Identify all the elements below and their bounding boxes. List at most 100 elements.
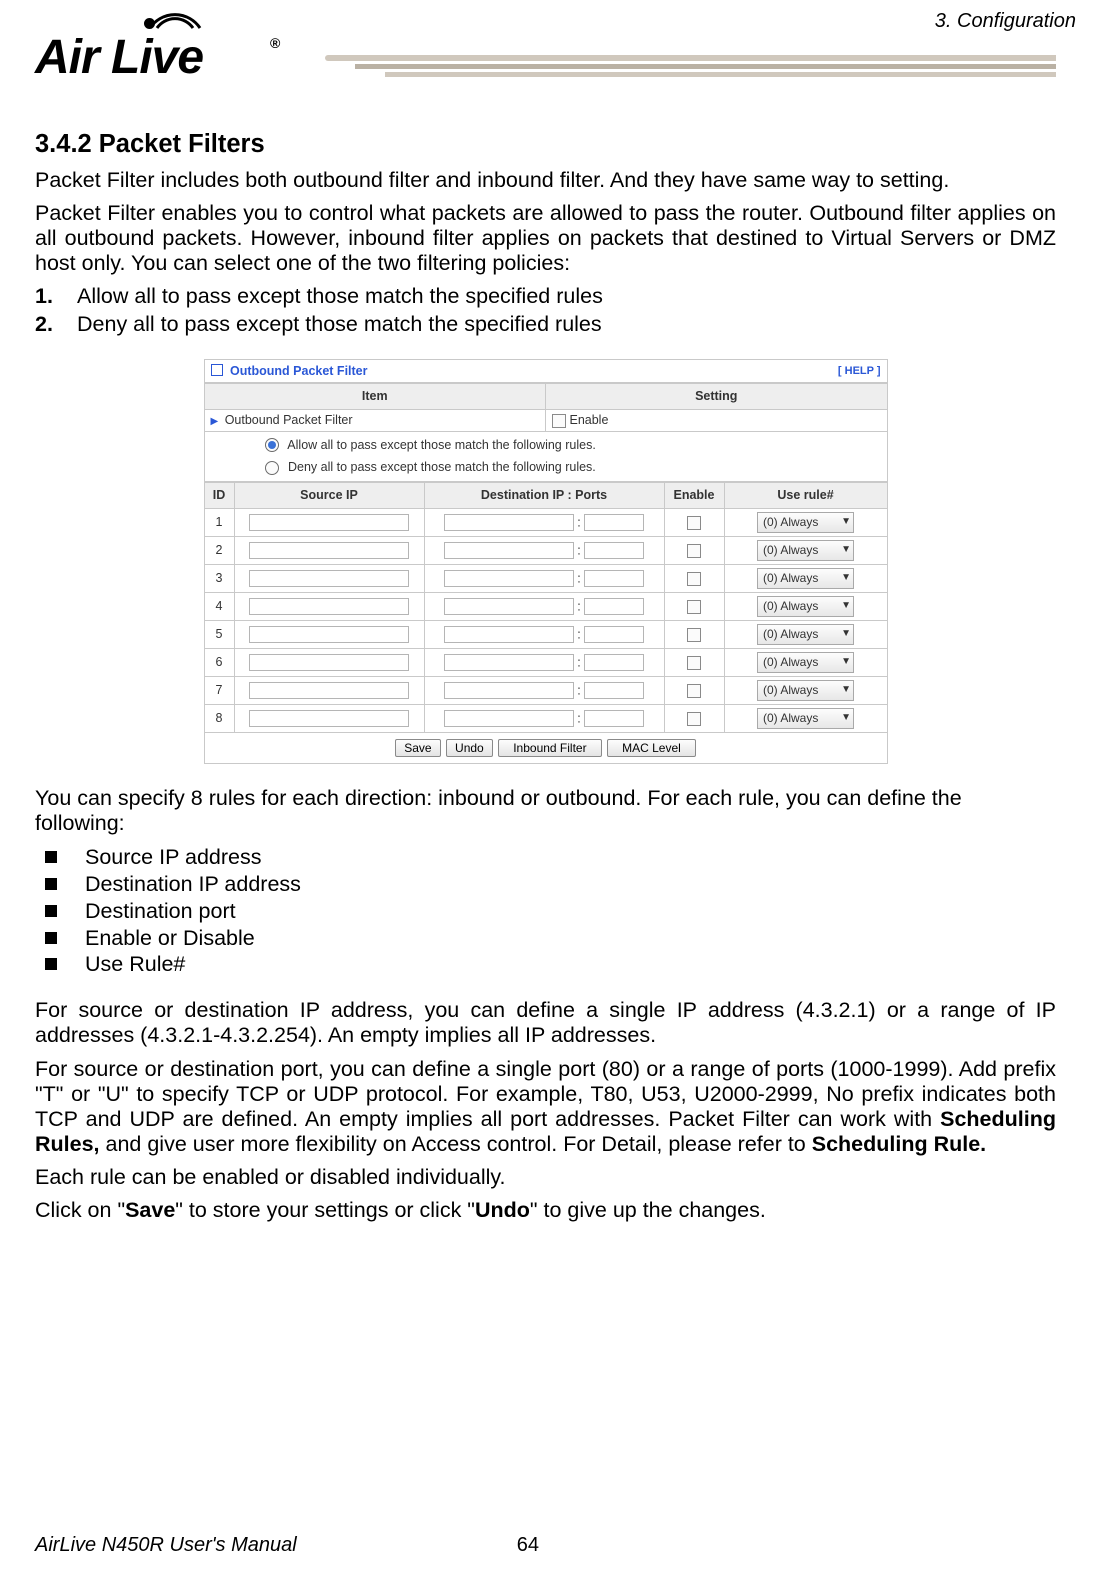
item-text: Outbound Packet Filter — [225, 413, 353, 427]
use-rule-cell: (0) Always▼ — [724, 508, 887, 536]
use-rule-cell: (0) Always▼ — [724, 592, 887, 620]
dest-ip-input[interactable] — [444, 710, 574, 727]
colon: : — [577, 543, 580, 557]
use-rule-select[interactable]: (0) Always▼ — [757, 540, 854, 561]
use-rule-cell: (0) Always ▼ — [724, 704, 887, 732]
rules-table: ID Source IP Destination IP : Ports Enab… — [204, 482, 888, 733]
policy-allow-label: Allow all to pass except those match the… — [287, 438, 596, 452]
select-value: (0) Always — [763, 627, 818, 641]
dest-port-input[interactable] — [584, 682, 644, 699]
policy-allow-radio[interactable] — [265, 438, 279, 452]
use-rule-select[interactable]: (0) Always▼ — [757, 596, 854, 617]
square-bullet-icon — [45, 878, 57, 890]
rule-enable-checkbox[interactable] — [687, 516, 701, 530]
embedded-screenshot: Outbound Packet Filter [ HELP ] Item Set… — [35, 359, 1056, 764]
rule-enable-checkbox[interactable] — [687, 656, 701, 670]
dest-ip-input[interactable] — [444, 682, 574, 699]
list-number: 2. — [35, 312, 77, 337]
colon: : — [577, 683, 580, 697]
source-ip-input[interactable] — [249, 598, 409, 615]
table-row: 2 : (0) Always▼ — [204, 536, 887, 564]
rule-enable-checkbox[interactable] — [687, 572, 701, 586]
table-row: 3 : (0) Always▼ — [204, 564, 887, 592]
source-ip-cell — [234, 592, 424, 620]
select-value: (0) Always — [763, 711, 818, 725]
dest-port-input[interactable] — [584, 654, 644, 671]
source-ip-input[interactable] — [249, 710, 409, 727]
source-ip-input[interactable] — [249, 570, 409, 587]
colon: : — [577, 515, 580, 529]
chevron-down-icon: ▼ — [841, 712, 851, 724]
rule-enable-checkbox[interactable] — [687, 712, 701, 726]
source-ip-cell — [234, 620, 424, 648]
use-rule-select[interactable]: (0) Always▼ — [757, 652, 854, 673]
dest-port-input[interactable] — [584, 570, 644, 587]
source-ip-cell — [234, 648, 424, 676]
rule-id: 7 — [204, 676, 234, 704]
dest-ip-input[interactable] — [444, 570, 574, 587]
rule-id: 3 — [204, 564, 234, 592]
rule-enable-checkbox[interactable] — [687, 544, 701, 558]
enable-checkbox[interactable] — [552, 414, 566, 428]
table-row: 5 : (0) Always▼ — [204, 620, 887, 648]
dest-port-input[interactable] — [584, 542, 644, 559]
content: 3.4.2 Packet Filters Packet Filter inclu… — [35, 130, 1056, 1223]
airlive-logo: Air Live ® — [35, 5, 305, 90]
dest-port-input[interactable] — [584, 514, 644, 531]
text: For source or destination port, you can … — [35, 1057, 1056, 1131]
list-item: Use Rule# — [35, 951, 1056, 978]
panel-header: Outbound Packet Filter [ HELP ] — [204, 359, 888, 384]
dest-ip-input[interactable] — [444, 542, 574, 559]
source-ip-cell — [234, 704, 424, 732]
dest-ip-input[interactable] — [444, 626, 574, 643]
list-text: Enable or Disable — [85, 925, 255, 952]
use-rule-select[interactable]: (0) Always▼ — [757, 512, 854, 533]
use-rule-select[interactable]: (0) Always▼ — [757, 624, 854, 645]
source-ip-cell — [234, 676, 424, 704]
th-use-rule: Use rule# — [724, 483, 887, 509]
rule-enable-checkbox[interactable] — [687, 600, 701, 614]
rule-id: 1 — [204, 508, 234, 536]
rule-id: 4 — [204, 592, 234, 620]
source-ip-input[interactable] — [249, 542, 409, 559]
source-ip-input[interactable] — [249, 626, 409, 643]
dest-port-input[interactable] — [584, 710, 644, 727]
use-rule-select[interactable]: (0) Always ▼ — [757, 708, 854, 729]
section-title: 3.4.2 Packet Filters — [35, 130, 1056, 160]
source-ip-input[interactable] — [249, 514, 409, 531]
registered-mark: ® — [270, 35, 280, 51]
help-link[interactable]: [ HELP ] — [838, 365, 881, 378]
save-button[interactable]: Save — [395, 739, 440, 757]
th-source-ip: Source IP — [234, 483, 424, 509]
source-ip-input[interactable] — [249, 682, 409, 699]
undo-button[interactable]: Undo — [446, 739, 493, 757]
logo-row: Air Live ® — [35, 0, 1056, 90]
rule-enable-checkbox[interactable] — [687, 684, 701, 698]
table-row: 7 : (0) Always▼ — [204, 676, 887, 704]
paragraph: Packet Filter includes both outbound fil… — [35, 168, 1056, 193]
list-item: 2. Deny all to pass except those match t… — [35, 312, 1056, 337]
enable-cell — [664, 592, 724, 620]
dest-ip-input[interactable] — [444, 514, 574, 531]
dest-ip-input[interactable] — [444, 598, 574, 615]
source-ip-cell — [234, 564, 424, 592]
mac-level-button[interactable]: MAC Level — [607, 739, 696, 757]
page-number: 64 — [517, 1534, 539, 1557]
use-rule-select[interactable]: (0) Always▼ — [757, 680, 854, 701]
policy-deny-radio[interactable] — [265, 461, 279, 475]
text: and give user more flexibility on Access… — [100, 1132, 812, 1156]
inbound-filter-button[interactable]: Inbound Filter — [498, 739, 601, 757]
text: Click on " — [35, 1198, 125, 1222]
dest-cell: : — [424, 508, 664, 536]
enable-cell — [664, 648, 724, 676]
use-rule-select[interactable]: (0) Always▼ — [757, 568, 854, 589]
bullet-list: Source IP address Destination IP address… — [35, 844, 1056, 978]
dest-port-input[interactable] — [584, 626, 644, 643]
source-ip-input[interactable] — [249, 654, 409, 671]
dest-cell: : — [424, 536, 664, 564]
dest-ip-input[interactable] — [444, 654, 574, 671]
rule-id: 5 — [204, 620, 234, 648]
chevron-down-icon: ▼ — [841, 600, 851, 612]
rule-enable-checkbox[interactable] — [687, 628, 701, 642]
dest-port-input[interactable] — [584, 598, 644, 615]
